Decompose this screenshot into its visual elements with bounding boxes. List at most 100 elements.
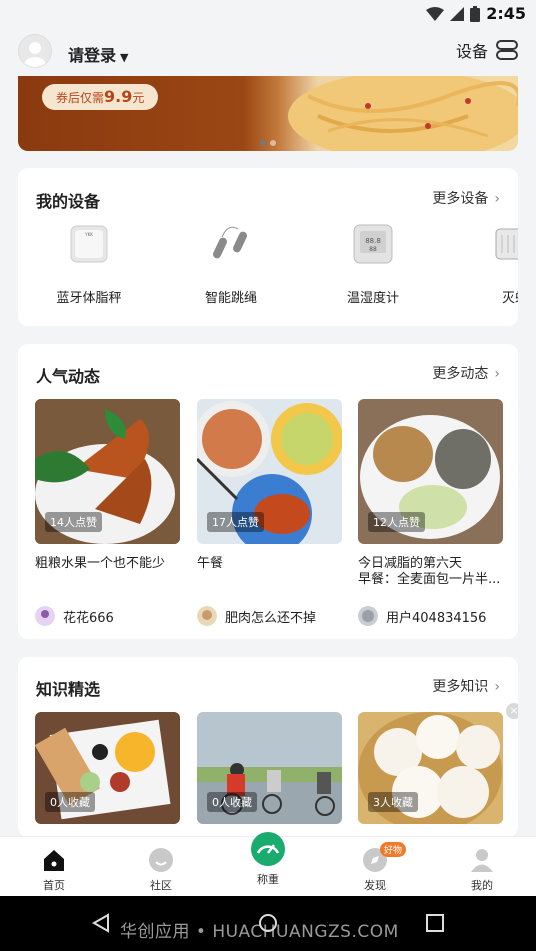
header: 请登录 ▼ 设备 <box>0 28 536 74</box>
jump-rope-icon <box>213 226 247 259</box>
knowledge-item[interactable]: 3人收藏 <box>358 712 503 824</box>
profile-icon <box>471 849 493 872</box>
knowledge-title: 知识精选 <box>36 680 101 699</box>
tab-label: 首页 <box>43 879 65 892</box>
tab-label: 社区 <box>150 879 172 892</box>
chevron-right-icon: › <box>494 191 500 207</box>
bottom-tab-bar: 首页 社区 称重 发现 好物 我的 <box>0 832 536 897</box>
user-avatar <box>358 606 378 626</box>
carousel-dot <box>260 140 266 146</box>
svg-text:88: 88 <box>369 246 377 253</box>
promo-banner[interactable]: 券后仅需9.9元 <box>18 76 518 151</box>
status-bar: 2:45 <box>0 0 536 28</box>
knowledge-item[interactable]: 0人收藏 <box>197 712 342 824</box>
system-nav-bar: 华创应用 • HUACHUANGZS.COM <box>0 896 536 951</box>
more-feed-label: 更多动态 <box>432 366 489 382</box>
author-name: 花花666 <box>63 610 114 626</box>
post-title: 今日减脂的第六天 早餐：全麦面包一片半... <box>358 556 501 587</box>
mosquito-killer-icon <box>495 228 518 260</box>
status-time: 2:45 <box>486 4 526 23</box>
login-button[interactable]: 请登录 ▼ <box>68 42 128 66</box>
user-avatar <box>35 606 55 626</box>
coupon-price: 9.9 <box>104 87 133 106</box>
device-label: 灭蚊 <box>501 291 518 306</box>
saves-badge: 0人收藏 <box>207 792 257 812</box>
caret-down-icon: ▼ <box>120 51 129 64</box>
recents-icon[interactable] <box>426 914 444 932</box>
carousel-dots <box>260 140 276 146</box>
likes-badge: 12人点赞 <box>368 512 425 532</box>
signal-icon <box>450 6 465 21</box>
tab-community[interactable]: 社区 <box>121 847 201 893</box>
more-knowledge-link[interactable]: 更多知识 › <box>432 676 500 696</box>
device-item-hygrometer[interactable]: 88.8 88 温湿度计 <box>318 223 428 306</box>
tab-label: 称重 <box>257 873 279 886</box>
tab-weigh[interactable]: 称重 <box>228 831 308 887</box>
post-image: 17人点赞 <box>197 399 342 544</box>
likes-badge: 14人点赞 <box>45 512 102 532</box>
hygrometer-icon: 88.888 <box>353 224 393 264</box>
carousel-dot <box>270 140 276 146</box>
post-title: 午餐 <box>197 556 224 571</box>
device-item-jump-rope[interactable]: 智能跳绳 <box>176 223 286 306</box>
coupon-pill: 券后仅需9.9元 <box>42 84 159 110</box>
discover-badge: 好物 <box>380 842 407 857</box>
wifi-icon <box>426 6 445 21</box>
svg-text:YKK: YKK <box>84 232 93 237</box>
chevron-right-icon: › <box>494 366 500 382</box>
community-icon <box>149 848 173 872</box>
devices-icon <box>496 40 518 60</box>
device-item-mosquito[interactable]: 灭蚊 <box>460 223 518 306</box>
knowledge-card: 知识精选 更多知识 › 0人收藏 0人收藏 3人收藏 × <box>18 657 518 837</box>
home-icon <box>44 850 64 871</box>
more-devices-label: 更多设备 <box>432 191 489 207</box>
post-author[interactable]: 肥肉怎么还不掉 <box>197 606 342 626</box>
feed-post[interactable]: 14人点赞 粗粮水果一个也不能少 花花666 <box>35 399 180 626</box>
battery-icon <box>470 5 481 22</box>
my-devices-card: 我的设备 更多设备 › YKK 蓝牙体脂秤 智能跳绳 88.888 温湿度计 灭蚊 <box>18 168 518 326</box>
author-name: 用户404834156 <box>386 610 487 626</box>
feed-post[interactable]: 17人点赞 午餐 肥肉怎么还不掉 <box>197 399 342 626</box>
noodles-image <box>288 76 518 151</box>
login-label: 请登录 <box>68 46 117 65</box>
chevron-right-icon: › <box>494 679 500 695</box>
device-item-scale[interactable]: YKK 蓝牙体脂秤 <box>34 223 144 306</box>
popular-feed-card: 人气动态 更多动态 › 14人点赞 粗粮水果一个也不能少 花花666 17人点赞 … <box>18 344 518 639</box>
device-label: 蓝牙体脂秤 <box>56 291 122 306</box>
post-title: 粗粮水果一个也不能少 <box>35 556 166 571</box>
user-avatar <box>197 606 217 626</box>
coupon-unit: 元 <box>132 91 145 105</box>
author-name: 肥肉怎么还不掉 <box>225 610 317 626</box>
likes-badge: 17人点赞 <box>207 512 264 532</box>
knowledge-item[interactable]: 0人收藏 <box>35 712 180 824</box>
post-image: 12人点赞 <box>358 399 503 544</box>
saves-badge: 0人收藏 <box>45 792 95 812</box>
tab-home[interactable]: 首页 <box>14 847 94 893</box>
saves-badge: 3人收藏 <box>368 792 418 812</box>
post-author[interactable]: 花花666 <box>35 606 180 626</box>
weigh-icon <box>251 832 285 866</box>
tab-label: 发现 <box>364 879 386 892</box>
device-label: 智能跳绳 <box>204 291 257 306</box>
avatar[interactable] <box>18 34 52 68</box>
tab-discover[interactable]: 发现 好物 <box>335 842 415 893</box>
scale-icon: YKK <box>70 225 108 263</box>
tab-label: 我的 <box>471 879 493 892</box>
devices-label: 设备 <box>455 42 488 61</box>
feed-post[interactable]: 12人点赞 今日减脂的第六天 早餐：全麦面包一片半... 用户404834156 <box>358 399 503 626</box>
tab-profile[interactable]: 我的 <box>442 847 522 893</box>
popular-feed-title: 人气动态 <box>36 367 101 386</box>
my-devices-title: 我的设备 <box>36 192 101 211</box>
close-icon[interactable]: × <box>506 703 518 719</box>
more-knowledge-label: 更多知识 <box>432 679 489 695</box>
back-icon[interactable] <box>92 913 110 933</box>
device-label: 温湿度计 <box>346 291 399 306</box>
more-feed-link[interactable]: 更多动态 › <box>432 363 500 383</box>
svg-text:88.8: 88.8 <box>365 237 381 245</box>
devices-button[interactable]: 设备 <box>456 38 518 62</box>
post-author[interactable]: 用户404834156 <box>358 606 503 626</box>
post-image: 14人点赞 <box>35 399 180 544</box>
home-circle-icon[interactable] <box>258 913 278 933</box>
more-devices-link[interactable]: 更多设备 › <box>432 188 500 208</box>
coupon-prefix: 券后仅需 <box>56 91 105 105</box>
